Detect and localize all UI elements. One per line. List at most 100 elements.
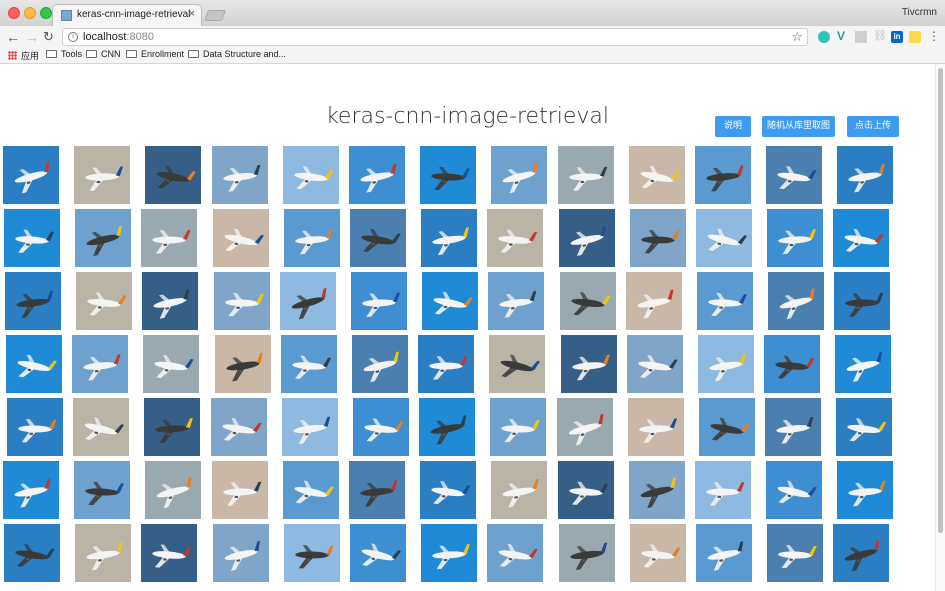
gallery-image[interactable] <box>4 209 60 267</box>
gallery-image[interactable] <box>280 335 337 393</box>
gallery-image[interactable] <box>349 461 405 519</box>
gallery-image[interactable] <box>283 209 340 267</box>
profile-name[interactable]: Tivcrmn <box>902 7 937 18</box>
gallery-image[interactable] <box>352 335 408 393</box>
extension-circle-icon[interactable] <box>818 31 830 43</box>
extension-square-icon[interactable] <box>855 31 867 43</box>
gallery-image[interactable] <box>5 272 61 330</box>
gallery-image[interactable] <box>141 524 198 582</box>
gallery-image[interactable] <box>559 272 616 330</box>
gallery-image[interactable] <box>421 209 478 267</box>
gallery-image[interactable] <box>144 398 201 456</box>
browser-menu-icon[interactable]: ⋮ <box>928 29 940 43</box>
gallery-image[interactable] <box>282 461 339 519</box>
gallery-image[interactable] <box>768 272 825 330</box>
bookmark-tools[interactable]: Tools <box>46 49 82 59</box>
gallery-image[interactable] <box>695 461 751 519</box>
gallery-image[interactable] <box>419 398 476 456</box>
gallery-image[interactable] <box>488 272 545 330</box>
gallery-image[interactable] <box>558 209 615 267</box>
gallery-image[interactable] <box>835 335 892 393</box>
window-close-button[interactable] <box>8 7 20 19</box>
gallery-image[interactable] <box>629 209 686 267</box>
gallery-image[interactable] <box>699 398 755 456</box>
gallery-image[interactable] <box>422 272 479 330</box>
gallery-image[interactable] <box>629 524 686 582</box>
gallery-image[interactable] <box>214 335 271 393</box>
gallery-image[interactable] <box>766 146 823 204</box>
bookmark-data-structure[interactable]: Data Structure and... <box>188 49 286 59</box>
gallery-image[interactable] <box>212 524 269 582</box>
gallery-image[interactable] <box>350 524 406 582</box>
help-button[interactable]: 说明 <box>715 116 751 137</box>
gallery-image[interactable] <box>558 524 615 582</box>
gallery-image[interactable] <box>490 398 547 456</box>
gallery-image[interactable] <box>560 335 617 393</box>
reload-icon[interactable]: ↻ <box>43 28 54 46</box>
gallery-image[interactable] <box>833 209 890 267</box>
gallery-image[interactable] <box>145 461 202 519</box>
bookmark-enrollment[interactable]: Enrollment <box>126 49 184 59</box>
gallery-image[interactable] <box>418 335 475 393</box>
scrollbar-thumb[interactable] <box>938 68 943 533</box>
gallery-image[interactable] <box>76 272 133 330</box>
gallery-image[interactable] <box>489 335 546 393</box>
gallery-image[interactable] <box>487 524 544 582</box>
vue-devtools-icon[interactable]: V <box>837 29 849 43</box>
window-maximize-button[interactable] <box>40 7 52 19</box>
url-text[interactable]: localhost:8080 <box>83 31 154 43</box>
extension-link-icon[interactable]: ⛓ <box>873 29 887 42</box>
random-image-button[interactable]: 随机从库里取图 <box>762 116 835 137</box>
gallery-image[interactable] <box>491 146 548 204</box>
gallery-image[interactable] <box>557 461 614 519</box>
gallery-image[interactable] <box>72 335 129 393</box>
gallery-image[interactable] <box>491 461 548 519</box>
gallery-image[interactable] <box>557 146 614 204</box>
upload-button[interactable]: 点击上传 <box>847 116 899 137</box>
gallery-image[interactable] <box>696 209 752 267</box>
gallery-image[interactable] <box>765 398 822 456</box>
gallery-image[interactable] <box>75 524 132 582</box>
gallery-image[interactable] <box>628 461 685 519</box>
gallery-image[interactable] <box>73 398 130 456</box>
gallery-image[interactable] <box>833 524 890 582</box>
gallery-image[interactable] <box>836 398 893 456</box>
gallery-image[interactable] <box>143 335 200 393</box>
gallery-image[interactable] <box>279 272 336 330</box>
gallery-image[interactable] <box>767 209 824 267</box>
gallery-image[interactable] <box>142 272 199 330</box>
bookmark-cnn[interactable]: CNN <box>86 49 121 59</box>
new-tab-button[interactable] <box>203 10 227 21</box>
gallery-image[interactable] <box>283 524 340 582</box>
gallery-image[interactable] <box>211 146 268 204</box>
browser-tab-active[interactable]: keras-cnn-image-retrieval × <box>52 4 202 26</box>
gallery-image[interactable] <box>421 524 478 582</box>
gallery-image[interactable] <box>627 398 684 456</box>
tab-close-icon[interactable]: × <box>189 8 195 20</box>
gallery-image[interactable] <box>837 146 894 204</box>
gallery-image[interactable] <box>350 209 406 267</box>
gallery-image[interactable] <box>74 146 131 204</box>
window-minimize-button[interactable] <box>24 7 36 19</box>
gallery-image[interactable] <box>141 209 198 267</box>
gallery-image[interactable] <box>696 524 752 582</box>
gallery-image[interactable] <box>282 146 339 204</box>
gallery-image[interactable] <box>834 272 891 330</box>
gallery-image[interactable] <box>74 461 131 519</box>
gallery-image[interactable] <box>3 461 59 519</box>
gallery-image[interactable] <box>626 335 683 393</box>
gallery-image[interactable] <box>3 146 59 204</box>
gallery-image[interactable] <box>628 146 685 204</box>
back-arrow-icon[interactable]: ← <box>6 28 20 46</box>
gallery-image[interactable] <box>75 209 132 267</box>
gallery-image[interactable] <box>487 209 544 267</box>
gallery-image[interactable] <box>420 146 477 204</box>
gallery-image[interactable] <box>353 398 409 456</box>
gallery-image[interactable] <box>210 398 267 456</box>
gallery-image[interactable] <box>212 209 269 267</box>
gallery-image[interactable] <box>767 524 824 582</box>
gallery-image[interactable] <box>625 272 682 330</box>
gallery-image[interactable] <box>698 335 754 393</box>
gallery-image[interactable] <box>697 272 753 330</box>
bookmark-star-icon[interactable]: ☆ <box>791 29 803 45</box>
